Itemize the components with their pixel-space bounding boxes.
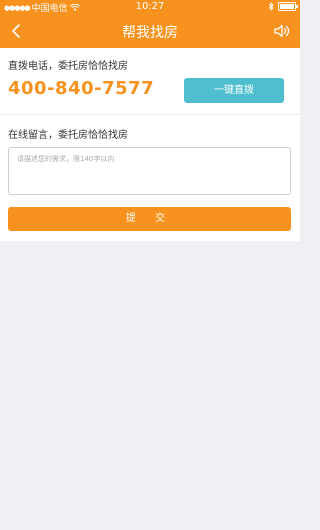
direct-call-button[interactable]: 一键直拨: [184, 78, 284, 103]
bluetooth-icon: [268, 2, 274, 11]
status-right: [268, 2, 298, 11]
submit-button[interactable]: 提 交: [8, 207, 291, 231]
battery-fill: [280, 4, 294, 9]
section-divider: [0, 114, 300, 115]
call-section-label: 直拨电话，委托房恰恰找房: [8, 61, 128, 72]
page-title: 帮我找房: [122, 25, 178, 41]
nav-bar: 帮我找房: [0, 14, 300, 48]
message-input[interactable]: 请描述您的需求，限140字以内: [8, 147, 291, 195]
message-placeholder: 请描述您的需求，限140字以内: [17, 155, 115, 163]
hotline-number[interactable]: 400-840-7577: [8, 78, 154, 99]
battery-icon: [278, 2, 298, 11]
speaker-icon[interactable]: [272, 22, 290, 40]
message-section-label: 在线留言，委托房恰恰找房: [8, 130, 128, 141]
status-time: 10:27: [135, 1, 165, 12]
status-bar: ●●●●● 中国电信 10:27: [0, 0, 300, 14]
find-house-card: 直拨电话，委托房恰恰找房 400-840-7577 一键直拨 在线留言，委托房恰…: [0, 48, 300, 241]
